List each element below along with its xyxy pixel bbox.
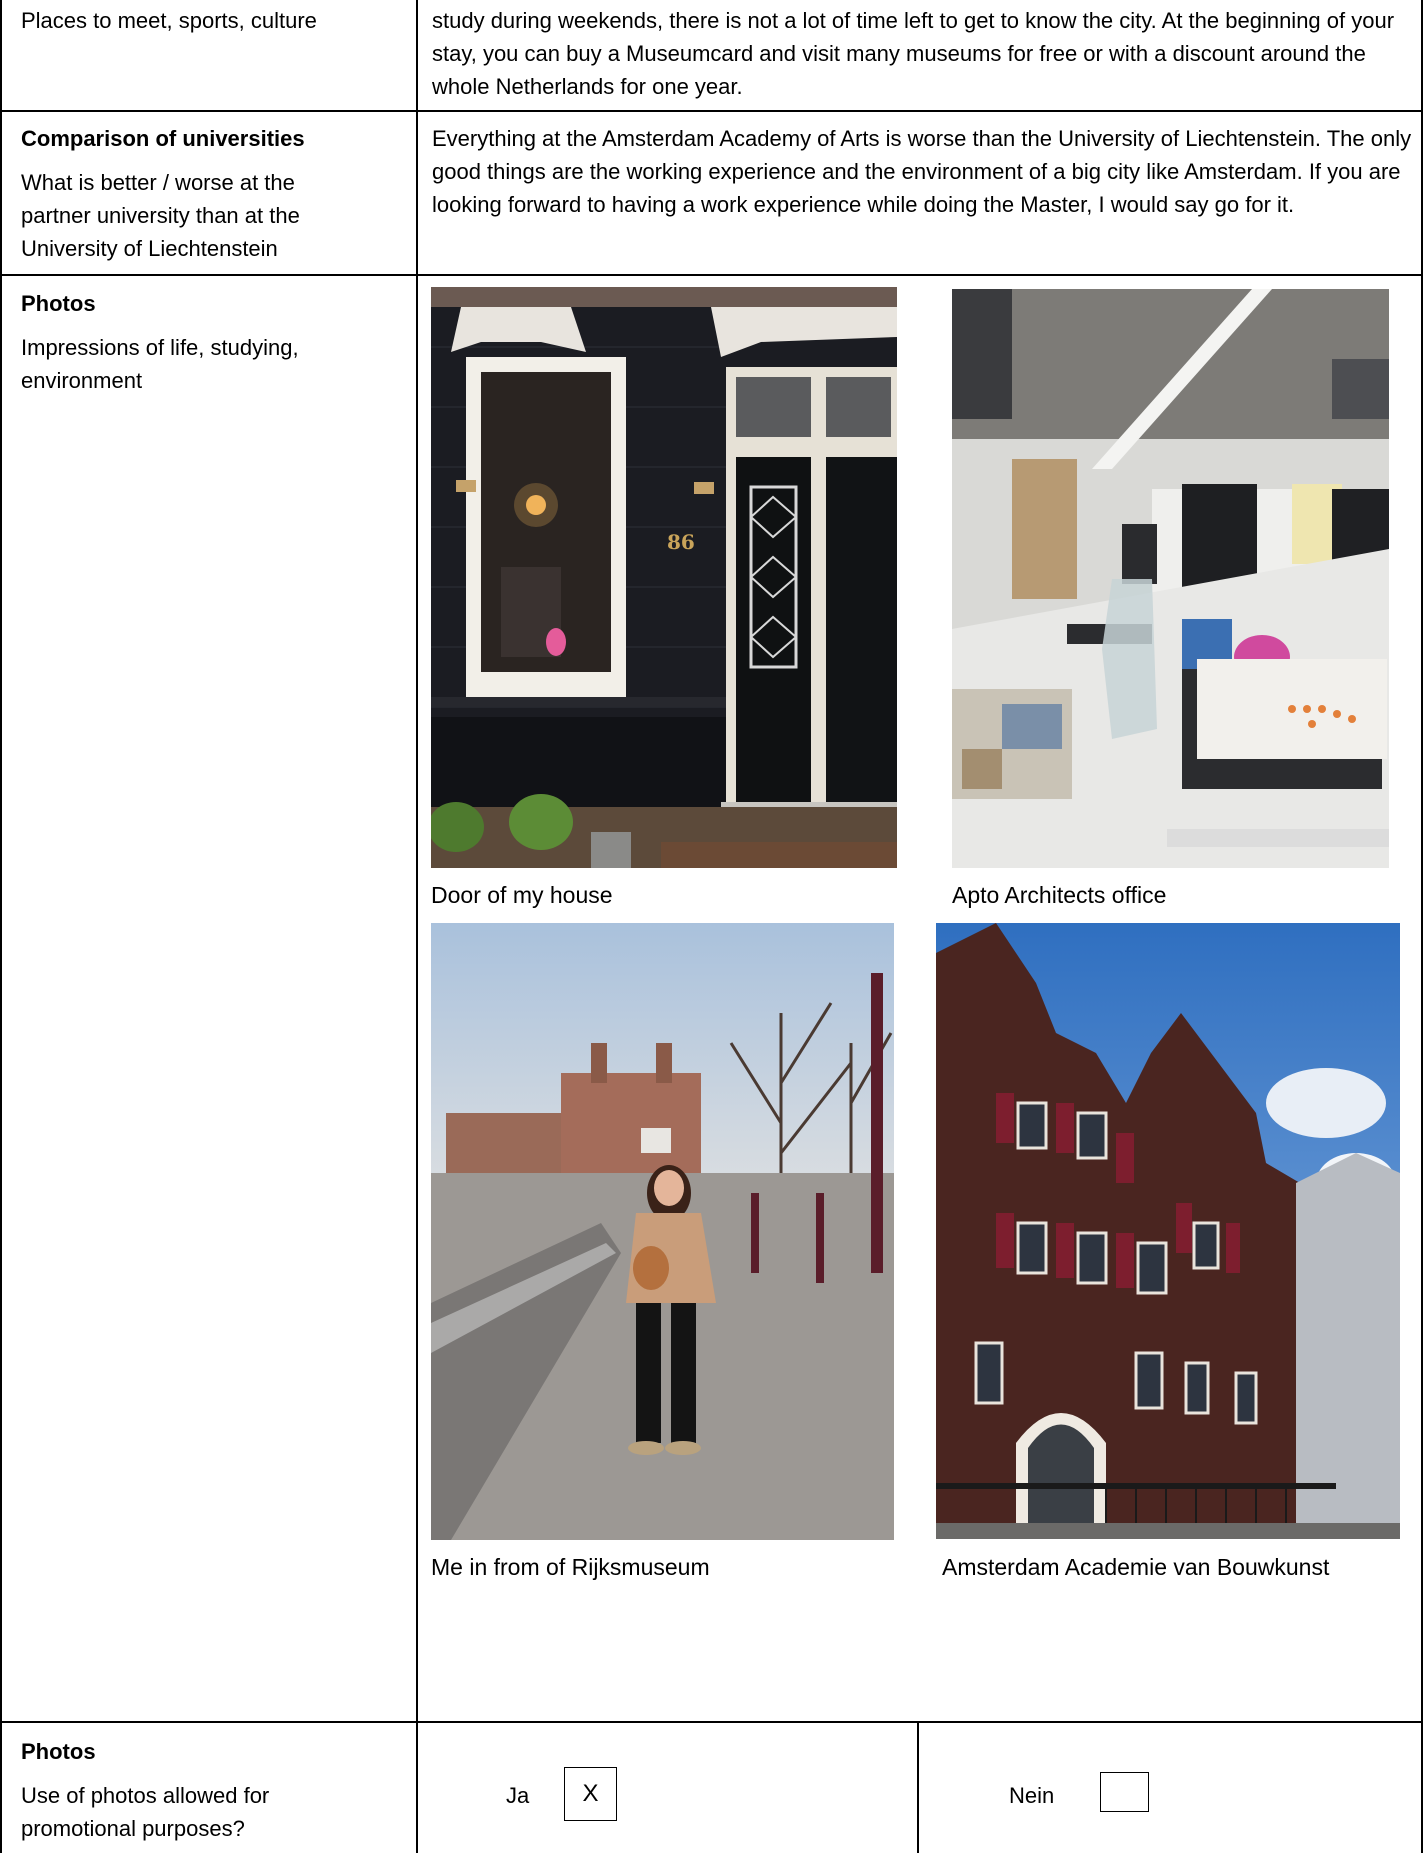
table-right-border: [1421, 0, 1423, 1853]
table-column-divider: [416, 0, 418, 1853]
row-divider: [0, 274, 1423, 276]
yes-no-divider: [917, 1722, 919, 1853]
row-title: Photos: [21, 1739, 96, 1764]
yes-checkbox[interactable]: X: [564, 1767, 617, 1821]
yes-label: Ja: [506, 1783, 530, 1808]
photo-caption: Me in from of Rijksmuseum: [431, 1554, 710, 1580]
row-divider: [0, 110, 1423, 112]
photo-caption: Door of my house: [431, 882, 613, 908]
no-label: Nein: [1009, 1783, 1055, 1808]
row-text: Everything at the Amsterdam Academy of A…: [432, 126, 1412, 217]
photo-academie: [936, 923, 1400, 1539]
row-label: Places to meet, sports, culture: [21, 8, 317, 33]
photo-caption: Apto Architects office: [952, 882, 1167, 908]
row-subtitle: What is better / worse at the partner un…: [21, 170, 300, 261]
row-title: Comparison of universities: [21, 126, 305, 151]
row-divider: [0, 1721, 1423, 1723]
no-checkbox[interactable]: [1100, 1772, 1149, 1812]
svg-text:86: 86: [667, 530, 695, 554]
row-subtitle: Use of photos allowed for promotional pu…: [21, 1783, 270, 1841]
photo-caption: Amsterdam Academie van Bouwkunst: [942, 1554, 1330, 1580]
row-title: Photos: [21, 291, 96, 316]
row-text: study during weekends, there is not a lo…: [432, 8, 1395, 99]
photo-house-door: 86: [431, 287, 897, 868]
photo-office: [952, 289, 1389, 868]
photo-rijksmuseum: [431, 923, 894, 1540]
table-left-border: [0, 0, 2, 1853]
row-subtitle: Impressions of life, studying, environme…: [21, 335, 299, 393]
